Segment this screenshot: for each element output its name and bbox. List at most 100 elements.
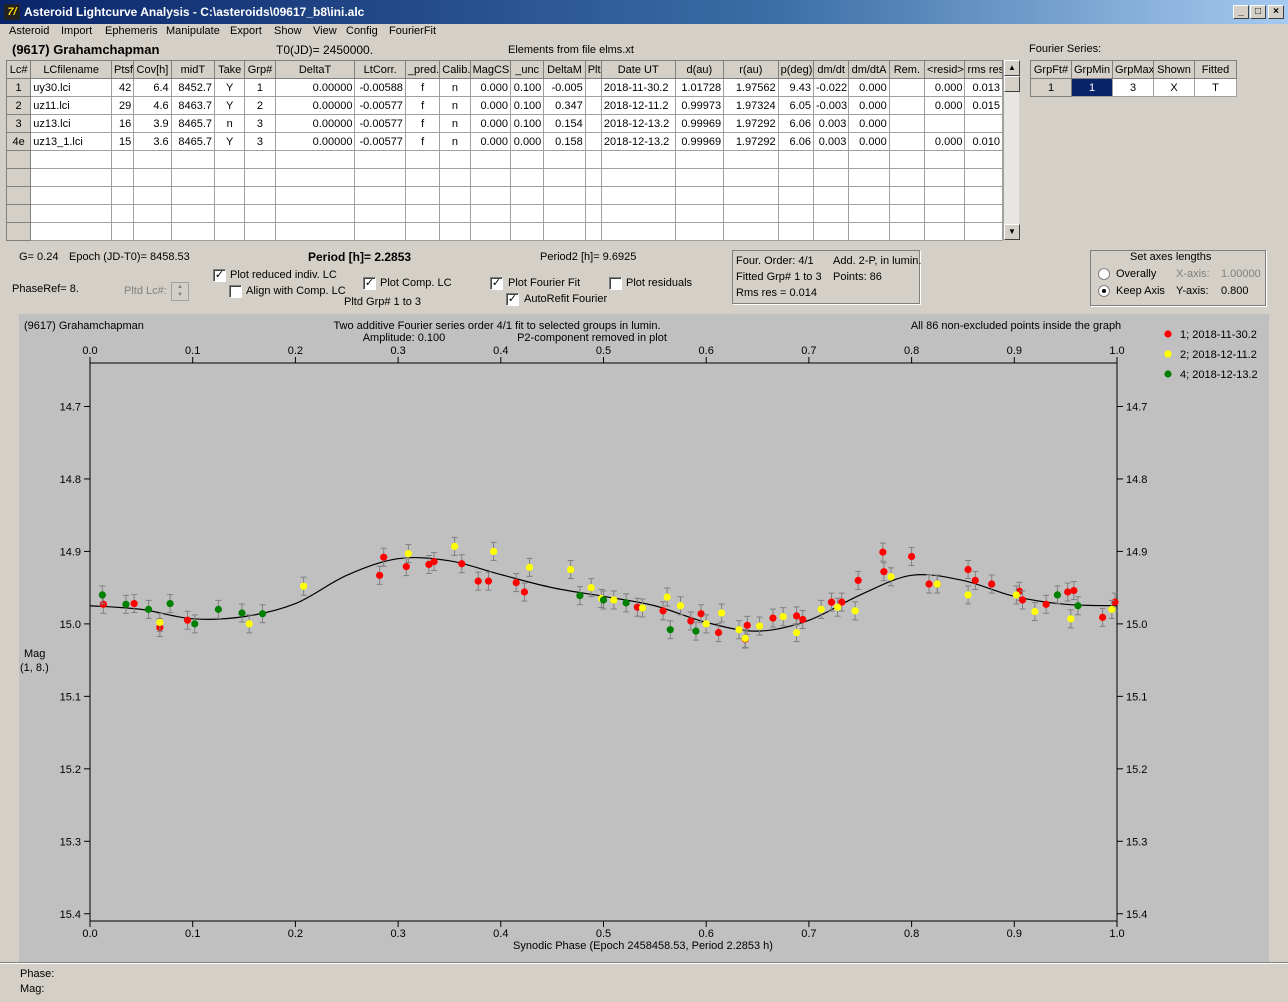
- data-point: [1018, 596, 1027, 604]
- data-point: [474, 577, 482, 585]
- data-point: [697, 610, 705, 618]
- data-point: [854, 576, 862, 585]
- data-point: [933, 580, 941, 588]
- data-point: [622, 599, 630, 607]
- data-point: [1064, 588, 1072, 596]
- y-tick-label-left: 15.2: [60, 764, 81, 776]
- plot-frame: [89, 362, 1118, 922]
- y-axis-label: Mag: [24, 648, 45, 660]
- data-point: [1074, 602, 1082, 610]
- x-tick-label-bottom: 0.6: [699, 928, 714, 940]
- lightcurve-chart[interactable]: 0.0 0.0 0.1 0.1 0.2 0.2 0.3 0.3 0.4 0.4 0.5 0.5 0.6 0…: [0, 0, 1288, 1002]
- x-tick-label-bottom: 0.8: [904, 928, 919, 940]
- legend-label: 1; 2018-11-30.2: [1180, 329, 1257, 341]
- data-point: [144, 605, 153, 613]
- x-tick-label-top: 0.9: [1007, 345, 1022, 357]
- y-tick-label-left: 15.4: [60, 909, 81, 921]
- data-point: [879, 548, 887, 556]
- data-point: [376, 571, 384, 579]
- x-tick-label-top: 0.4: [493, 345, 508, 357]
- data-point: [714, 628, 723, 637]
- data-point: [718, 609, 726, 617]
- data-point: [964, 565, 972, 574]
- y-tick-label-left: 14.8: [60, 474, 81, 486]
- x-tick-label-top: 0.3: [390, 345, 405, 357]
- y-tick-label-left: 14.9: [60, 546, 81, 558]
- data-point: [659, 607, 667, 615]
- data-point: [988, 580, 996, 588]
- data-point: [1111, 598, 1119, 606]
- data-point: [1070, 586, 1078, 595]
- data-point: [300, 582, 308, 590]
- data-point: [792, 612, 801, 620]
- data-point: [512, 578, 520, 587]
- data-point: [1042, 600, 1050, 608]
- chart-amplitude: Amplitude: 0.100: [363, 332, 446, 344]
- x-tick-label-bottom: 0.5: [596, 928, 611, 940]
- data-point: [971, 576, 979, 585]
- x-tick-label-top: 0.5: [596, 345, 611, 357]
- data-point: [166, 599, 174, 608]
- data-point: [1067, 615, 1075, 623]
- data-point: [964, 591, 972, 599]
- y-tick-label-left: 15.1: [60, 691, 81, 703]
- chart-points-note: All 86 non-excluded points inside the gr…: [911, 320, 1121, 332]
- y-tick-label-left: 15.3: [60, 836, 81, 848]
- y-tick-label-right: 14.7: [1126, 401, 1147, 413]
- status-mag: Mag:: [20, 983, 45, 995]
- data-point: [676, 602, 685, 610]
- data-point: [799, 615, 807, 624]
- data-point: [769, 614, 777, 622]
- data-point: [191, 620, 199, 628]
- data-point: [183, 616, 192, 624]
- y-tick-label-left: 15.0: [60, 619, 81, 631]
- data-point: [484, 577, 493, 585]
- data-point: [638, 604, 647, 612]
- data-point: [792, 628, 801, 637]
- data-point: [1053, 591, 1062, 599]
- data-point: [525, 563, 534, 571]
- x-axis-label: Synodic Phase (Epoch 2458458.53, Period …: [513, 940, 773, 952]
- y-axis-sublabel: (1, 8.): [20, 662, 49, 674]
- data-point: [741, 634, 749, 642]
- x-tick-label-top: 0.2: [288, 345, 303, 357]
- status-phase: Phase:: [20, 968, 55, 980]
- data-point: [834, 603, 842, 611]
- chart-p2-note: P2-component removed in plot: [517, 332, 667, 344]
- data-point: [827, 598, 836, 606]
- data-point: [1031, 607, 1039, 616]
- data-point: [663, 593, 671, 601]
- chart-title-center: Two additive Fourier series order 4/1 fi…: [333, 320, 660, 332]
- data-point: [702, 620, 710, 628]
- data-point: [214, 605, 222, 613]
- x-tick-label-top: 0.6: [699, 345, 714, 357]
- data-point: [567, 565, 575, 574]
- x-tick-label-bottom: 0.2: [288, 928, 303, 940]
- x-tick-label-bottom: 0.1: [185, 928, 200, 940]
- y-tick-label-left: 14.7: [60, 401, 81, 413]
- x-tick-label-top: 0.7: [801, 345, 816, 357]
- data-point: [756, 622, 764, 630]
- data-point: [887, 573, 895, 581]
- legend-marker: [1164, 350, 1172, 358]
- y-tick-label-right: 15.3: [1126, 836, 1147, 848]
- x-tick-label-top: 0.0: [82, 345, 97, 357]
- data-point: [610, 596, 618, 604]
- data-point: [1108, 605, 1116, 613]
- data-point: [576, 592, 584, 600]
- y-tick-label-right: 15.4: [1126, 909, 1147, 921]
- data-point: [599, 596, 608, 604]
- data-point: [130, 599, 138, 608]
- x-tick-label-top: 0.1: [185, 345, 200, 357]
- data-point: [735, 626, 743, 634]
- x-tick-label-top: 1.0: [1109, 345, 1124, 357]
- data-point: [122, 600, 130, 608]
- data-point: [666, 626, 674, 634]
- data-point: [238, 609, 246, 617]
- data-point: [1099, 613, 1107, 621]
- data-point: [743, 621, 751, 629]
- data-point: [779, 613, 787, 621]
- data-point: [851, 607, 859, 615]
- data-point: [404, 549, 412, 558]
- data-point: [458, 560, 466, 568]
